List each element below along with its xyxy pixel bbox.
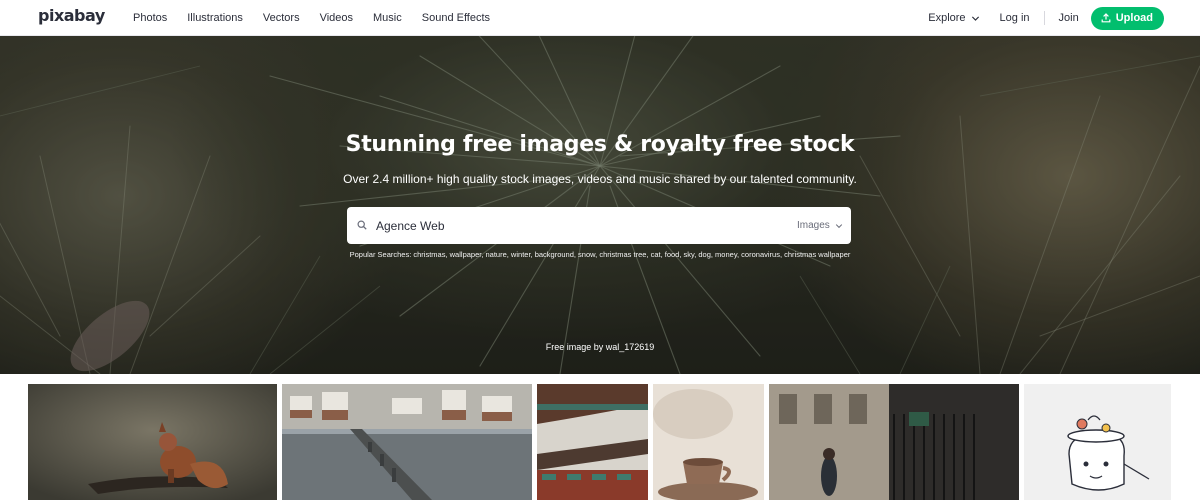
main-nav: Photos Illustrations Vectors Videos Musi…: [133, 0, 510, 36]
upload-icon: [1101, 13, 1111, 23]
image-grid: [0, 384, 1200, 500]
top-navigation-bar: pixabay Photos Illustrations Vectors Vid…: [0, 0, 1200, 36]
hero-overlay: [0, 36, 1200, 374]
chevron-down-icon: [971, 15, 979, 21]
search-bar: Images: [347, 207, 851, 244]
city-bridge-photo: [282, 384, 532, 500]
image-tile[interactable]: [769, 384, 1019, 500]
image-credit[interactable]: Free image by wal_172619: [0, 342, 1200, 352]
hero-title: Stunning free images & royalty free stoc…: [345, 132, 855, 157]
image-tile[interactable]: [1024, 384, 1171, 500]
nav-divider: [1043, 11, 1045, 25]
explore-menu[interactable]: Explore: [928, 12, 979, 24]
nav-videos[interactable]: Videos: [320, 12, 353, 24]
cartoon-illustration: [1024, 384, 1171, 500]
search-type-selector[interactable]: Images: [797, 220, 830, 231]
image-tile[interactable]: [653, 384, 764, 500]
squirrel-photo: [28, 384, 277, 500]
hero-subtitle: Over 2.4 million+ high quality stock ima…: [343, 172, 857, 186]
image-tile[interactable]: [28, 384, 277, 500]
popular-searches-label: Popular Searches:: [349, 250, 412, 259]
street-gate-photo: [769, 384, 1019, 500]
nav-photos[interactable]: Photos: [133, 12, 167, 24]
coffee-cup-photo: [653, 384, 764, 500]
upload-label: Upload: [1115, 12, 1153, 24]
search-icon[interactable]: [357, 220, 367, 230]
image-tile[interactable]: [537, 384, 648, 500]
popular-searches-terms[interactable]: christmas, wallpaper, nature, winter, ba…: [413, 250, 850, 259]
image-tile[interactable]: [282, 384, 532, 500]
upload-button[interactable]: Upload: [1090, 6, 1164, 30]
join-link[interactable]: Join: [1059, 12, 1079, 24]
nav-vectors[interactable]: Vectors: [263, 12, 300, 24]
pixabay-logo[interactable]: pixabay: [38, 6, 105, 25]
explore-label: Explore: [928, 12, 966, 24]
nav-illustrations[interactable]: Illustrations: [187, 12, 243, 24]
nav-sound-effects[interactable]: Sound Effects: [422, 12, 490, 24]
pagoda-roof-photo: [537, 384, 648, 500]
login-link[interactable]: Log in: [1000, 12, 1030, 24]
hero-banner: Stunning free images & royalty free stoc…: [0, 36, 1200, 374]
search-input[interactable]: [376, 216, 776, 236]
popular-searches: Popular Searches: christmas, wallpaper, …: [0, 250, 1200, 259]
nav-music[interactable]: Music: [373, 12, 402, 24]
chevron-down-icon[interactable]: [835, 222, 843, 230]
account-nav: Explore Log in Join Upload: [928, 0, 1164, 36]
